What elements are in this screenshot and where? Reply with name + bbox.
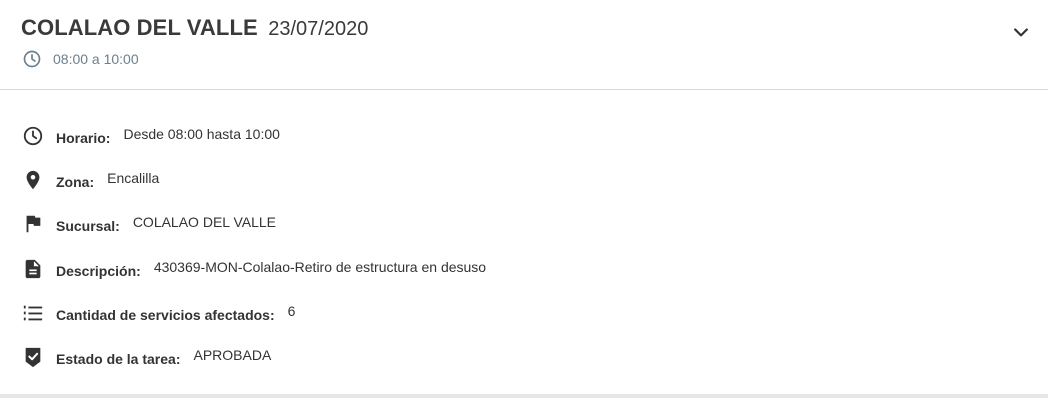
- detail-row-descripcion: Descripción: 430369-MON-Colalao-Retiro d…: [22, 257, 486, 281]
- detail-row-horario: Horario: Desde 08:00 hasta 10:00: [22, 124, 280, 148]
- document-icon: [22, 258, 44, 280]
- task-time-row: 08:00 a 10:00: [22, 49, 139, 69]
- detail-row-cantidad-servicios: Cantidad de servicios afectados: 6: [22, 301, 295, 325]
- clock-icon: [22, 125, 44, 147]
- detail-label: Descripción:: [56, 263, 141, 279]
- task-time-range: 08:00 a 10:00: [53, 51, 139, 67]
- chevron-down-icon[interactable]: [1011, 22, 1031, 42]
- detail-value: Encalilla: [107, 170, 160, 186]
- location-pin-icon: [22, 169, 44, 191]
- task-card: COLALAO DEL VALLE 23/07/2020 08:00 a 10:…: [0, 0, 1048, 407]
- task-title-row: COLALAO DEL VALLE 23/07/2020: [21, 15, 368, 41]
- detail-label: Sucursal:: [56, 218, 120, 234]
- task-title: COLALAO DEL VALLE: [21, 15, 258, 40]
- task-date: 23/07/2020: [268, 18, 369, 40]
- detail-value: 6: [287, 303, 296, 319]
- detail-label: Horario:: [56, 130, 111, 146]
- detail-label: Estado de la tarea:: [56, 351, 181, 367]
- detail-row-zona: Zona: Encalilla: [22, 168, 159, 192]
- detail-label: Zona:: [56, 174, 95, 190]
- task-card-header[interactable]: COLALAO DEL VALLE 23/07/2020 08:00 a 10:…: [0, 0, 1048, 90]
- numbered-list-icon: [22, 302, 44, 324]
- detail-row-estado: Estado de la tarea: APROBADA: [22, 345, 271, 369]
- clock-icon: [22, 49, 42, 69]
- detail-row-sucursal: Sucursal: COLALAO DEL VALLE: [22, 212, 276, 236]
- detail-value: Desde 08:00 hasta 10:00: [123, 126, 280, 142]
- flag-icon: [22, 213, 44, 235]
- detail-value: COLALAO DEL VALLE: [132, 214, 276, 230]
- verified-badge-icon: [22, 346, 44, 368]
- detail-value: APROBADA: [193, 347, 272, 363]
- detail-label: Cantidad de servicios afectados:: [56, 307, 275, 323]
- detail-value: 430369-MON-Colalao-Retiro de estructura …: [153, 259, 487, 275]
- card-bottom-divider: [0, 394, 1048, 398]
